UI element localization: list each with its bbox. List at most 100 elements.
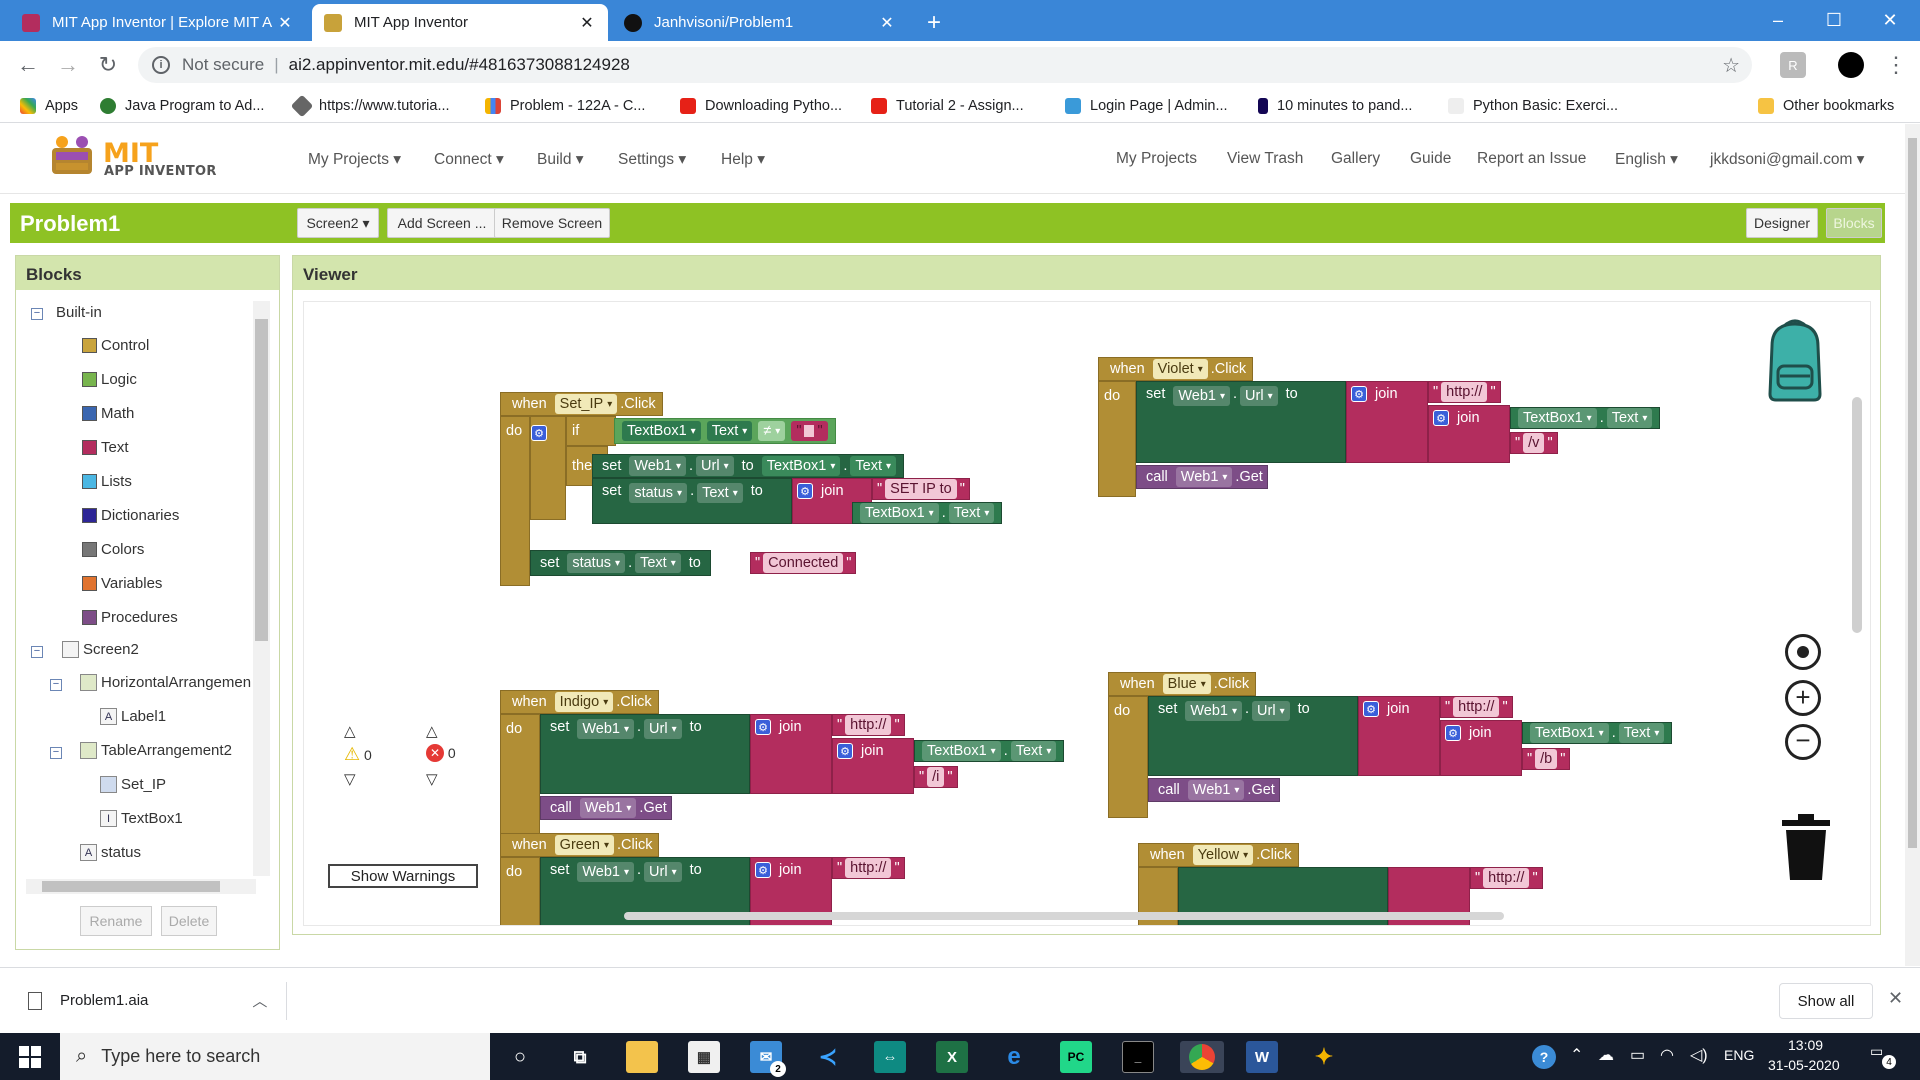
call-web1-get-block[interactable]: call Web1 .Get [540, 796, 672, 820]
property-dropdown[interactable]: Text [697, 483, 743, 503]
component-dropdown[interactable]: TextBox1 [1530, 723, 1609, 743]
scrollbar-thumb[interactable] [255, 319, 268, 641]
mutator-gear-icon[interactable]: ⚙ [837, 743, 853, 759]
string-field[interactable]: SET IP to [885, 479, 957, 499]
maximize-button[interactable]: ☐ [1806, 0, 1862, 40]
workspace-horizontal-scrollbar[interactable] [624, 912, 1504, 920]
blocks-button[interactable]: Blocks [1826, 208, 1882, 238]
string-field[interactable]: /v [1523, 433, 1545, 453]
mutator-gear-icon[interactable]: ⚙ [797, 483, 813, 499]
category-logic[interactable]: Logic [82, 371, 137, 388]
chrome-icon[interactable] [1180, 1041, 1224, 1073]
link-my-projects[interactable]: My Projects [1116, 150, 1197, 168]
property-dropdown[interactable]: Url [1252, 701, 1290, 721]
close-tab-icon[interactable]: ✕ [578, 13, 596, 33]
screen-selector-dropdown[interactable]: Screen2 ▾ [297, 208, 379, 238]
event-set-ip-click[interactable]: when Set_IP .Click [500, 392, 663, 416]
component-dropdown[interactable]: Web1 [1185, 701, 1242, 721]
bookmark-problem[interactable]: Problem - 122A - C... [485, 95, 645, 117]
set-status-connected-block[interactable]: set status . Text to [530, 550, 711, 576]
event-green-click[interactable]: when Green .Click [500, 833, 660, 857]
string-field[interactable]: /b [1535, 749, 1558, 769]
excel-icon[interactable]: X [936, 1041, 968, 1073]
component-dropdown[interactable]: Green [554, 835, 615, 855]
store-icon[interactable]: ▦ [688, 1041, 720, 1073]
menu-my-projects[interactable]: My Projects ▾ [308, 150, 401, 169]
forward-icon[interactable]: → [52, 49, 84, 81]
app-icon[interactable]: ✦ [1308, 1041, 1340, 1073]
string-field[interactable]: http:// [1453, 697, 1500, 717]
mutator-gear-icon[interactable]: ⚙ [755, 719, 771, 735]
property-dropdown[interactable]: Text [706, 421, 753, 441]
extension-icon[interactable]: R [1780, 52, 1806, 78]
mutator-gear-icon[interactable]: ⚙ [531, 425, 547, 441]
tree-set-ip[interactable]: Set_IP [100, 776, 166, 793]
collapse-icon[interactable]: − [31, 308, 43, 320]
show-all-button[interactable]: Show all [1779, 983, 1873, 1019]
notification-icon[interactable]: ▭ 4 [1870, 1043, 1896, 1069]
task-view-icon[interactable]: ⧉ [564, 1041, 596, 1073]
link-view-trash[interactable]: View Trash [1227, 150, 1303, 168]
scrollbar-thumb[interactable] [1908, 138, 1917, 848]
bookmark-star-icon[interactable]: ☆ [1722, 53, 1740, 78]
join-block[interactable]: ⚙ join [750, 714, 832, 794]
category-text[interactable]: Text [82, 439, 129, 456]
bookmark-java[interactable]: Java Program to Ad... [100, 95, 264, 117]
textbox-text-getter[interactable]: TextBox1 . Text [914, 740, 1065, 762]
component-dropdown[interactable]: Web1 [1173, 386, 1230, 406]
component-dropdown[interactable]: Web1 [1187, 780, 1245, 800]
mutator-gear-icon[interactable]: ⚙ [1445, 725, 1461, 741]
designer-button[interactable]: Designer [1746, 208, 1818, 238]
bookmark-apps[interactable]: Apps [20, 95, 78, 117]
empty-string-field[interactable] [804, 425, 815, 437]
tab-github[interactable]: Janhvisoni/Problem1 ✕ [612, 4, 908, 41]
string-field[interactable]: http:// [1441, 382, 1488, 402]
component-dropdown[interactable]: Web1 [629, 456, 686, 476]
profile-avatar[interactable] [1838, 52, 1864, 78]
textbox-text-getter[interactable]: TextBox1 . Text [1522, 722, 1673, 744]
warnings-up-arrow-icon[interactable]: △ [344, 722, 356, 740]
event-indigo-click[interactable]: when Indigo .Click [500, 690, 659, 714]
cortana-icon[interactable]: ○ [504, 1041, 536, 1073]
zoom-out-icon[interactable]: − [1785, 724, 1821, 760]
join-block[interactable]: ⚙ join [1358, 696, 1440, 776]
component-dropdown[interactable]: Web1 [1175, 467, 1233, 487]
zoom-in-icon[interactable]: + [1785, 680, 1821, 716]
minimize-button[interactable]: – [1750, 0, 1806, 40]
bookmark-python-basic[interactable]: Python Basic: Exerci... [1448, 95, 1618, 117]
category-math[interactable]: Math [82, 405, 134, 422]
battery-icon[interactable]: ▭ [1630, 1045, 1645, 1065]
close-download-bar-icon[interactable]: ✕ [1888, 988, 1903, 1009]
word-icon[interactable]: W [1246, 1041, 1278, 1073]
blocks-workspace[interactable]: when Set_IP .Click do ⚙ if TextBox1 Text… [303, 301, 1871, 926]
tab-app-inventor[interactable]: MIT App Inventor ✕ [312, 4, 608, 41]
trash-icon[interactable] [1780, 814, 1832, 882]
menu-help[interactable]: Help ▾ [721, 150, 765, 169]
component-dropdown[interactable]: TextBox1 [1518, 408, 1597, 428]
backpack-icon[interactable] [1754, 316, 1836, 402]
edge-icon[interactable]: e [998, 1041, 1030, 1073]
mutator-gear-icon[interactable]: ⚙ [755, 862, 771, 878]
close-window-button[interactable]: ✕ [1862, 0, 1918, 40]
bookmark-pandas[interactable]: 10 minutes to pand... [1258, 95, 1412, 117]
url-text[interactable]: ai2.appinventor.mit.edu/#481637308812492… [289, 55, 630, 75]
bookmark-login[interactable]: Login Page | Admin... [1065, 95, 1228, 117]
bookmark-tutorial2[interactable]: Tutorial 2 - Assign... [871, 95, 1024, 117]
chevron-up-icon[interactable]: ︿ [252, 990, 267, 1011]
string-block[interactable]: " SET IP to " [872, 478, 970, 500]
menu-kebab-icon[interactable]: ⋮ [1880, 49, 1912, 81]
set-web1-url-block[interactable]: set Web1 . Url to [1136, 381, 1346, 463]
help-icon[interactable]: ? [1532, 1045, 1556, 1069]
close-tab-icon[interactable]: ✕ [276, 13, 294, 33]
string-field[interactable]: http:// [845, 858, 892, 878]
call-web1-get-block[interactable]: call Web1 .Get [1148, 778, 1280, 802]
component-dropdown[interactable]: status [629, 483, 688, 503]
event-yellow-click[interactable]: when Yellow .Click [1138, 843, 1299, 867]
reload-icon[interactable]: ↻ [92, 49, 124, 81]
property-dropdown[interactable]: Url [644, 719, 682, 739]
property-dropdown[interactable]: Url [644, 862, 682, 882]
remove-screen-button[interactable]: Remove Screen [494, 208, 610, 238]
mail-icon[interactable]: ✉ 2 [750, 1041, 786, 1077]
call-web1-get-block[interactable]: call Web1 .Get [1136, 465, 1268, 489]
clock-date[interactable]: 31-05-2020 [1768, 1057, 1840, 1073]
